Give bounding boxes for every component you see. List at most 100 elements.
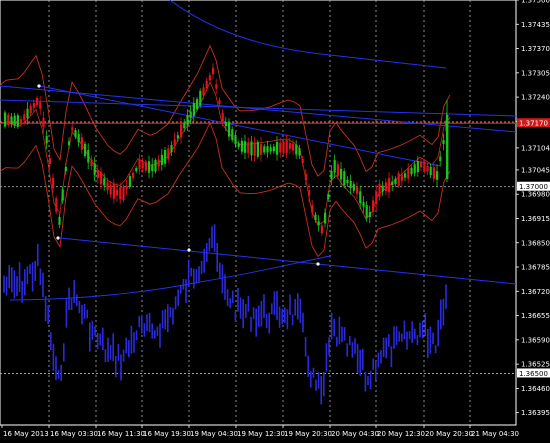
y-tick-label: 1.36915 (521, 215, 550, 223)
candle-body (125, 185, 128, 190)
candle-body (119, 187, 122, 200)
candle-body (144, 161, 147, 171)
candle-body (84, 143, 87, 156)
level-label-lower: 1.36500 (519, 370, 548, 378)
candle-body (202, 87, 205, 96)
price-label-current: 1.37170 (519, 120, 548, 128)
candle-body (244, 141, 247, 153)
candle-body (397, 173, 400, 186)
candle-body (384, 182, 387, 192)
candle-body (349, 180, 352, 189)
y-tick-label: 1.37370 (521, 45, 550, 53)
pivot-marker (37, 84, 41, 88)
candle-body (237, 143, 240, 147)
candle-body (224, 122, 227, 127)
candle-body (58, 216, 61, 225)
candle-body (446, 115, 449, 179)
candle-body (7, 114, 10, 126)
candle-body (157, 159, 160, 167)
candle-body (64, 166, 67, 172)
candle-body (186, 115, 189, 125)
candle-body (52, 177, 55, 189)
candle-body (413, 164, 416, 174)
candle-body (250, 141, 253, 156)
candle-body (362, 202, 365, 207)
candle-body (260, 144, 263, 155)
candle-body (327, 194, 330, 200)
candle-body (39, 102, 42, 109)
candle-body (381, 185, 384, 192)
candle-body (192, 102, 195, 116)
candle-body (189, 111, 192, 119)
candle-body (320, 225, 323, 234)
candle-body (375, 191, 378, 204)
candle-body (301, 158, 304, 164)
candle-body (87, 149, 90, 163)
candle-body (205, 80, 208, 89)
x-tick-label: 20 May 04:30 (331, 430, 379, 438)
candle-body (13, 115, 16, 126)
x-tick-label: 20 May 20:30 (425, 430, 473, 438)
candle-body (109, 185, 112, 195)
candle-body (276, 141, 279, 155)
candle-body (423, 161, 426, 172)
candle-body (218, 100, 221, 104)
candle-body (324, 212, 327, 224)
x-tick-label: 21 May 04:30 (471, 430, 519, 438)
candle-body (55, 198, 58, 212)
candle-body (263, 146, 266, 153)
candle-body (61, 189, 64, 201)
candle-body (93, 163, 96, 175)
candle-body (352, 184, 355, 191)
candle-body (308, 190, 311, 196)
candle-body (221, 112, 224, 123)
candle-body (311, 204, 314, 213)
candle-body (36, 97, 39, 105)
candle-body (391, 181, 394, 186)
candle-body (228, 122, 231, 137)
candle-body (100, 171, 103, 185)
candle-body (314, 214, 317, 221)
candle-body (32, 103, 35, 108)
candle-body (365, 205, 368, 218)
candle-body (183, 122, 186, 129)
y-tick-label: 1.37045 (521, 166, 550, 174)
candle-body (23, 114, 26, 121)
y-tick-label: 1.36785 (521, 264, 550, 272)
pivot-marker (316, 262, 320, 266)
candle-body (298, 148, 301, 156)
candle-body (410, 167, 413, 175)
x-tick-label: 16 May 11:30 (97, 430, 145, 438)
x-tick-label: 19 May 04:30 (190, 430, 238, 438)
candle-body (256, 142, 259, 157)
candle-body (317, 221, 320, 226)
candle-body (26, 108, 29, 119)
candle-body (215, 84, 218, 89)
candle-body (285, 140, 288, 153)
level-label-upper: 1.37000 (519, 183, 548, 191)
candle-body (288, 143, 291, 149)
candle-body (160, 154, 163, 165)
y-tick-label: 1.37305 (521, 69, 550, 77)
candle-body (333, 160, 336, 173)
candle-body (90, 159, 93, 166)
candle-body (164, 149, 167, 164)
candle-body (247, 142, 250, 154)
candle-body (106, 181, 109, 191)
candle-body (330, 171, 333, 180)
candle-body (170, 145, 173, 153)
candle-body (292, 143, 295, 151)
candle-body (346, 179, 349, 184)
candle-body (112, 183, 115, 199)
candle-body (253, 142, 256, 156)
candle-body (304, 173, 307, 181)
y-tick-label: 1.37500 (521, 0, 550, 5)
candle-body (173, 139, 176, 147)
y-tick-label: 1.36980 (521, 191, 550, 199)
candle-body (282, 141, 285, 153)
candle-body (372, 200, 375, 212)
candle-body (442, 140, 445, 144)
candle-body (295, 144, 298, 155)
pivot-marker (56, 236, 60, 240)
candle-body (429, 166, 432, 176)
